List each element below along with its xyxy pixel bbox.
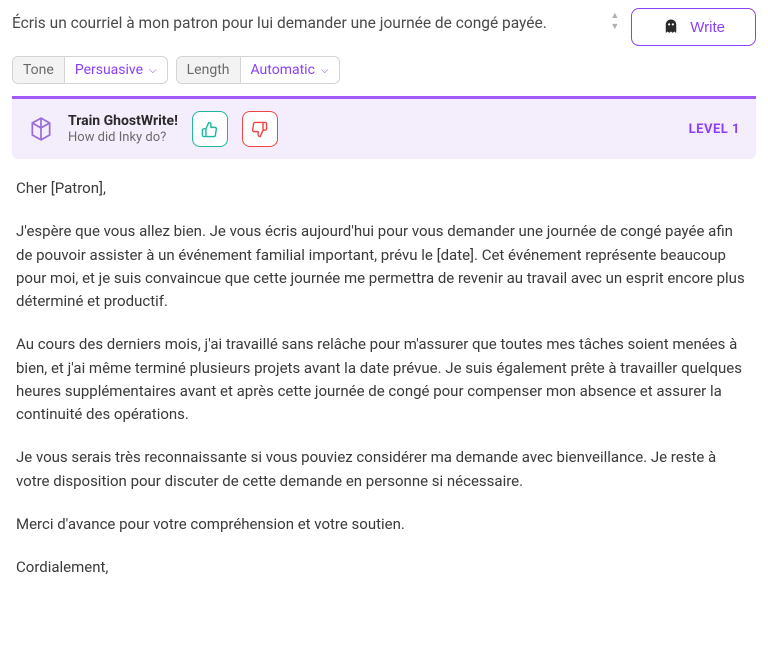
tone-value[interactable]: Persuasive ⌵: [65, 57, 167, 83]
level-badge: LEVEL 1: [689, 122, 740, 137]
chevron-down-icon: ⌵: [321, 65, 329, 76]
thumbs-down-icon: [251, 121, 268, 138]
ghost-icon: [662, 18, 680, 36]
email-paragraph: Merci d'avance pour votre compréhension …: [16, 513, 752, 536]
length-value[interactable]: Automatic ⌵: [241, 57, 339, 83]
write-button-label: Write: [690, 19, 725, 36]
chevron-down-icon: ⌵: [149, 65, 157, 76]
scroll-hint: ▲▼: [610, 12, 619, 32]
cube-icon: [28, 116, 54, 142]
email-paragraph: Je vous serais très reconnaissante si vo…: [16, 446, 752, 493]
email-closing: Cordialement,: [16, 556, 752, 579]
feedback-subtitle: How did Inky do?: [68, 130, 178, 145]
thumbs-down-button[interactable]: [242, 111, 278, 147]
tone-label: Tone: [13, 57, 65, 83]
feedback-title: Train GhostWrite!: [68, 113, 178, 129]
feedback-bar: Train GhostWrite! How did Inky do? LEVEL…: [12, 96, 756, 159]
email-output[interactable]: Cher [Patron], J'espère que vous allez b…: [12, 177, 756, 579]
prompt-input-area[interactable]: Écris un courriel à mon patron pour lui …: [12, 8, 619, 39]
tone-selector[interactable]: Tone Persuasive ⌵: [12, 56, 168, 84]
thumbs-up-button[interactable]: [192, 111, 228, 147]
write-button[interactable]: Write: [631, 8, 756, 46]
length-label: Length: [177, 57, 241, 83]
thumbs-up-icon: [201, 121, 218, 138]
length-selector[interactable]: Length Automatic ⌵: [176, 56, 340, 84]
email-paragraph: Au cours des derniers mois, j'ai travail…: [16, 333, 752, 426]
prompt-text[interactable]: Écris un courriel à mon patron pour lui …: [12, 8, 604, 39]
email-paragraph: J'espère que vous allez bien. Je vous éc…: [16, 220, 752, 313]
email-greeting: Cher [Patron],: [16, 177, 752, 200]
